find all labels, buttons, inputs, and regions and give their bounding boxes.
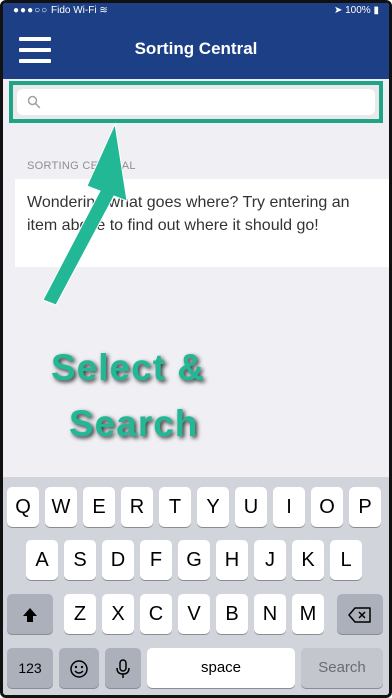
key-d[interactable]: D xyxy=(102,540,134,580)
signal-dots-icon: ●●●○○ xyxy=(13,5,49,16)
shift-key[interactable] xyxy=(7,594,53,634)
status-carrier: ●●●○○ Fido Wi-Fi ≋ xyxy=(13,5,108,16)
status-bar: ●●●○○ Fido Wi-Fi ≋ ➤ 100% ▮ xyxy=(3,3,389,19)
key-f[interactable]: F xyxy=(140,540,172,580)
key-v[interactable]: V xyxy=(178,594,210,634)
key-c[interactable]: C xyxy=(140,594,172,634)
overlay-caption-line2: Search xyxy=(69,403,199,444)
key-p[interactable]: P xyxy=(349,487,381,527)
shift-arrow-icon xyxy=(23,607,37,622)
info-card: Wondering what goes where? Try entering … xyxy=(15,179,389,267)
backspace-key[interactable] xyxy=(337,594,383,634)
key-k[interactable]: K xyxy=(292,540,324,580)
overlay-caption-line1: Select & xyxy=(51,347,206,388)
key-u[interactable]: U xyxy=(235,487,267,527)
emoji-smiley-icon xyxy=(70,659,88,678)
status-battery: ➤ 100% ▮ xyxy=(334,5,379,16)
key-q[interactable]: Q xyxy=(7,487,39,527)
key-e[interactable]: E xyxy=(83,487,115,527)
key-o[interactable]: O xyxy=(311,487,343,527)
location-arrow-icon: ➤ xyxy=(333,5,343,16)
search-bar xyxy=(9,81,383,123)
key-m[interactable]: M xyxy=(292,594,324,634)
numbers-key[interactable]: 123 xyxy=(7,648,53,688)
key-x[interactable]: X xyxy=(102,594,134,634)
key-g[interactable]: G xyxy=(178,540,210,580)
key-z[interactable]: Z xyxy=(64,594,96,634)
key-j[interactable]: J xyxy=(254,540,286,580)
search-input[interactable] xyxy=(17,89,375,115)
info-text: Wondering what goes where? Try entering … xyxy=(27,194,350,234)
search-key[interactable]: Search xyxy=(301,648,383,688)
microphone-key[interactable] xyxy=(105,648,141,688)
backspace-icon xyxy=(348,606,371,623)
page-title: Sorting Central xyxy=(134,39,258,58)
wifi-icon: ≋ xyxy=(99,5,108,16)
emoji-key[interactable] xyxy=(59,648,99,688)
key-i[interactable]: I xyxy=(273,487,305,527)
battery-percent: 100% xyxy=(345,5,371,16)
key-n[interactable]: N xyxy=(254,594,286,634)
key-s[interactable]: S xyxy=(64,540,96,580)
battery-icon: ▮ xyxy=(373,5,379,16)
microphone-icon xyxy=(116,658,130,678)
key-r[interactable]: R xyxy=(121,487,153,527)
key-l[interactable]: L xyxy=(330,540,362,580)
keyboard: Q W E R T Y U I O P A S D F G H J K L Z … xyxy=(3,477,389,695)
key-h[interactable]: H xyxy=(216,540,248,580)
space-key[interactable]: space xyxy=(147,648,295,688)
nav-bar: Sorting Central xyxy=(3,19,389,79)
key-a[interactable]: A xyxy=(26,540,58,580)
key-b[interactable]: B xyxy=(216,594,248,634)
key-t[interactable]: T xyxy=(159,487,191,527)
search-icon xyxy=(27,95,41,109)
phone-screen: ●●●○○ Fido Wi-Fi ≋ ➤ 100% ▮ Sorting Cent… xyxy=(0,0,392,698)
carrier-label: Fido Wi-Fi xyxy=(50,5,97,16)
section-header: SORTING CENTRAL xyxy=(27,160,136,172)
key-y[interactable]: Y xyxy=(197,487,229,527)
key-w[interactable]: W xyxy=(45,487,77,527)
